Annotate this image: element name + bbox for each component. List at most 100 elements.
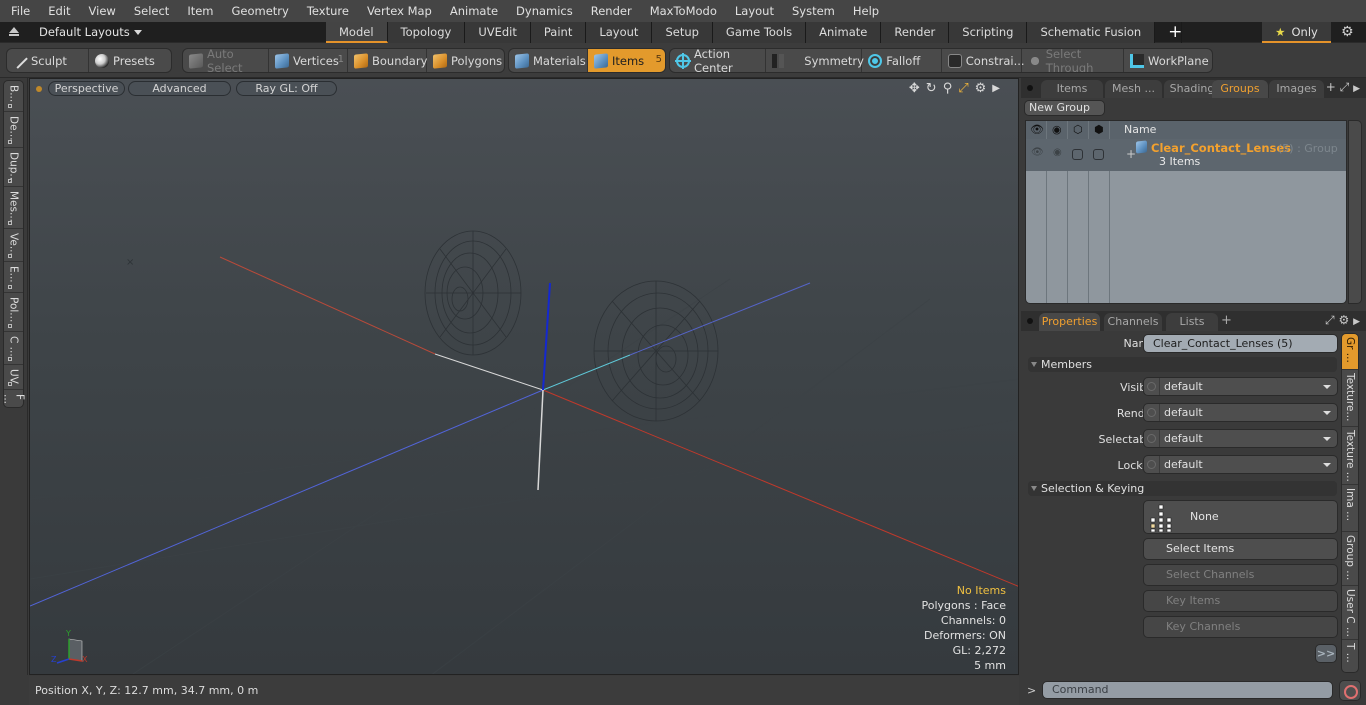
tab-layout[interactable]: Layout (586, 22, 653, 43)
tab-uvedit[interactable]: UVEdit (465, 22, 531, 43)
tab-game-tools[interactable]: Game Tools (712, 22, 807, 43)
tab-animate[interactable]: Animate (806, 22, 882, 43)
menu-select[interactable]: Select (123, 4, 176, 18)
side-tab-group[interactable]: Gr ... (1342, 334, 1358, 370)
select-channels-button[interactable]: Select Channels (1143, 564, 1338, 586)
sculpt-button[interactable]: Sculpt (7, 49, 89, 72)
left-tab-uv[interactable]: UV (4, 365, 23, 390)
tab-topology[interactable]: Topology (387, 22, 466, 43)
left-tab-fusion[interactable]: F ... (2, 390, 26, 408)
presets-button[interactable]: Presets (89, 49, 171, 72)
add-tab-icon[interactable]: + (1326, 80, 1336, 94)
left-tab-vertex[interactable]: Ve... (4, 229, 23, 262)
selectable-dropdown[interactable]: default (1143, 429, 1338, 448)
tab-scripting[interactable]: Scripting (949, 22, 1028, 43)
tab-items[interactable]: Items (1041, 80, 1103, 98)
expand-row-icon[interactable]: + (1126, 147, 1136, 161)
tab-schematic-fusion[interactable]: Schematic Fusion (1027, 22, 1156, 43)
menu-file[interactable]: File (0, 4, 37, 18)
action-center-button[interactable]: Action Center (670, 49, 767, 72)
viewport-menu-dot[interactable] (36, 86, 42, 92)
command-input[interactable]: Command (1042, 681, 1333, 699)
side-tab-t[interactable]: T ... (1342, 640, 1358, 672)
menu-geometry[interactable]: Geometry (221, 4, 296, 18)
select-cube-icon[interactable]: ⬡ (1073, 123, 1083, 136)
symmetry-button[interactable]: Symmetry (766, 49, 864, 72)
menu-vertex-map[interactable]: Vertex Map (356, 4, 439, 18)
tab-lists[interactable]: Lists (1166, 313, 1218, 331)
record-macro-button[interactable] (1339, 680, 1361, 701)
row-select-checkbox[interactable] (1072, 149, 1083, 160)
lock-cube-icon[interactable]: ⬢ (1094, 123, 1104, 136)
key-channels-button[interactable]: Key Channels (1143, 616, 1338, 638)
zoom-icon[interactable]: ⚲ (943, 81, 953, 96)
row-camera-icon[interactable]: ◉ (1053, 147, 1062, 158)
tab-channels[interactable]: Channels (1104, 313, 1162, 331)
side-tab-texture-1[interactable]: Texture... (1342, 370, 1358, 427)
menu-view[interactable]: View (78, 4, 123, 18)
collapse-up-icon[interactable] (9, 27, 19, 36)
viewport-gear-icon[interactable]: ⚙ (975, 81, 987, 96)
viewport-more-icon[interactable]: ▶ (992, 81, 1000, 96)
items-button[interactable]: Items 5 (588, 49, 665, 72)
locked-dropdown[interactable]: default (1143, 455, 1338, 474)
tab-setup[interactable]: Setup (652, 22, 713, 43)
boundary-button[interactable]: Boundary (348, 49, 427, 72)
pan-icon[interactable]: ✥ (909, 81, 920, 96)
gear-icon[interactable]: ⚙ (1341, 24, 1354, 40)
raygl-button[interactable]: Ray GL: Off (236, 81, 337, 96)
menu-texture[interactable]: Texture (296, 4, 356, 18)
column-name-header[interactable]: Name (1124, 123, 1156, 136)
menu-render[interactable]: Render (580, 4, 639, 18)
new-group-button[interactable]: New Group (1024, 100, 1105, 116)
shading-mode-button[interactable]: Advanced (128, 81, 231, 96)
panel-more-icon[interactable]: ▶ (1353, 317, 1360, 327)
tab-paint[interactable]: Paint (530, 22, 587, 43)
layouts-dropdown[interactable]: Default Layouts (39, 25, 142, 39)
panel-more-icon[interactable]: ▶ (1353, 84, 1360, 94)
menu-maxtomodo[interactable]: MaxToModo (639, 4, 724, 18)
left-tab-curve[interactable]: C ... (4, 332, 23, 365)
view-mode-button[interactable]: Perspective (48, 81, 125, 96)
menu-layout[interactable]: Layout (724, 4, 781, 18)
side-tab-texture-2[interactable]: Texture ... (1342, 427, 1358, 485)
name-field[interactable]: Clear_Contact_Lenses (5) (1143, 334, 1338, 353)
left-tab-duplicate[interactable]: Dup... (4, 148, 23, 187)
camera-icon[interactable]: ◉ (1052, 123, 1062, 136)
left-tab-mesh[interactable]: Mes... (4, 187, 23, 229)
menu-item[interactable]: Item (176, 4, 220, 18)
menu-system[interactable]: System (781, 4, 842, 18)
tab-properties[interactable]: Properties (1039, 313, 1100, 331)
selection-keying-section[interactable]: Selection & Keying (1028, 481, 1337, 496)
expand-panel-icon[interactable]: ⤢ (1340, 80, 1350, 94)
materials-button[interactable]: Materials (509, 49, 588, 72)
left-tab-deform[interactable]: De... (4, 112, 23, 148)
left-tab-edge[interactable]: E... (4, 262, 23, 293)
left-tab-polygon[interactable]: Pol... (4, 293, 23, 332)
menu-animate[interactable]: Animate (439, 4, 505, 18)
select-items-button[interactable]: Select Items (1143, 538, 1338, 560)
add-tab-icon[interactable]: + (1221, 313, 1232, 328)
tab-images[interactable]: Images (1269, 80, 1324, 98)
side-tab-image[interactable]: Ima ... (1342, 485, 1358, 532)
panel-menu-dot[interactable] (1027, 318, 1033, 324)
tab-render[interactable]: Render (881, 22, 950, 43)
visible-dropdown[interactable]: default (1143, 377, 1338, 396)
auto-select-button[interactable]: Auto Select (183, 49, 269, 72)
maximize-icon[interactable]: ⤢ (958, 81, 968, 96)
eye-icon[interactable]: 👁 (1030, 123, 1044, 136)
panel-menu-dot[interactable] (1027, 85, 1033, 91)
hierarchy-none-button[interactable]: None (1143, 500, 1338, 534)
falloff-button[interactable]: Falloff (862, 49, 942, 72)
menu-help[interactable]: Help (842, 4, 886, 18)
menu-edit[interactable]: Edit (37, 4, 77, 18)
row-lock-checkbox[interactable] (1093, 149, 1104, 160)
tab-model[interactable]: Model (326, 22, 388, 43)
only-toggle[interactable]: ★ Only (1262, 22, 1331, 43)
add-tab-button[interactable]: + (1155, 22, 1182, 43)
menu-dynamics[interactable]: Dynamics (505, 4, 580, 18)
workplane-button[interactable]: WorkPlane (1124, 49, 1212, 72)
3d-viewport[interactable]: × Y X Z Perspective Advanced Ray GL: Off… (29, 78, 1019, 675)
select-through-button[interactable]: Select Through (1022, 49, 1124, 72)
left-tab-basic[interactable]: B... (4, 81, 23, 112)
